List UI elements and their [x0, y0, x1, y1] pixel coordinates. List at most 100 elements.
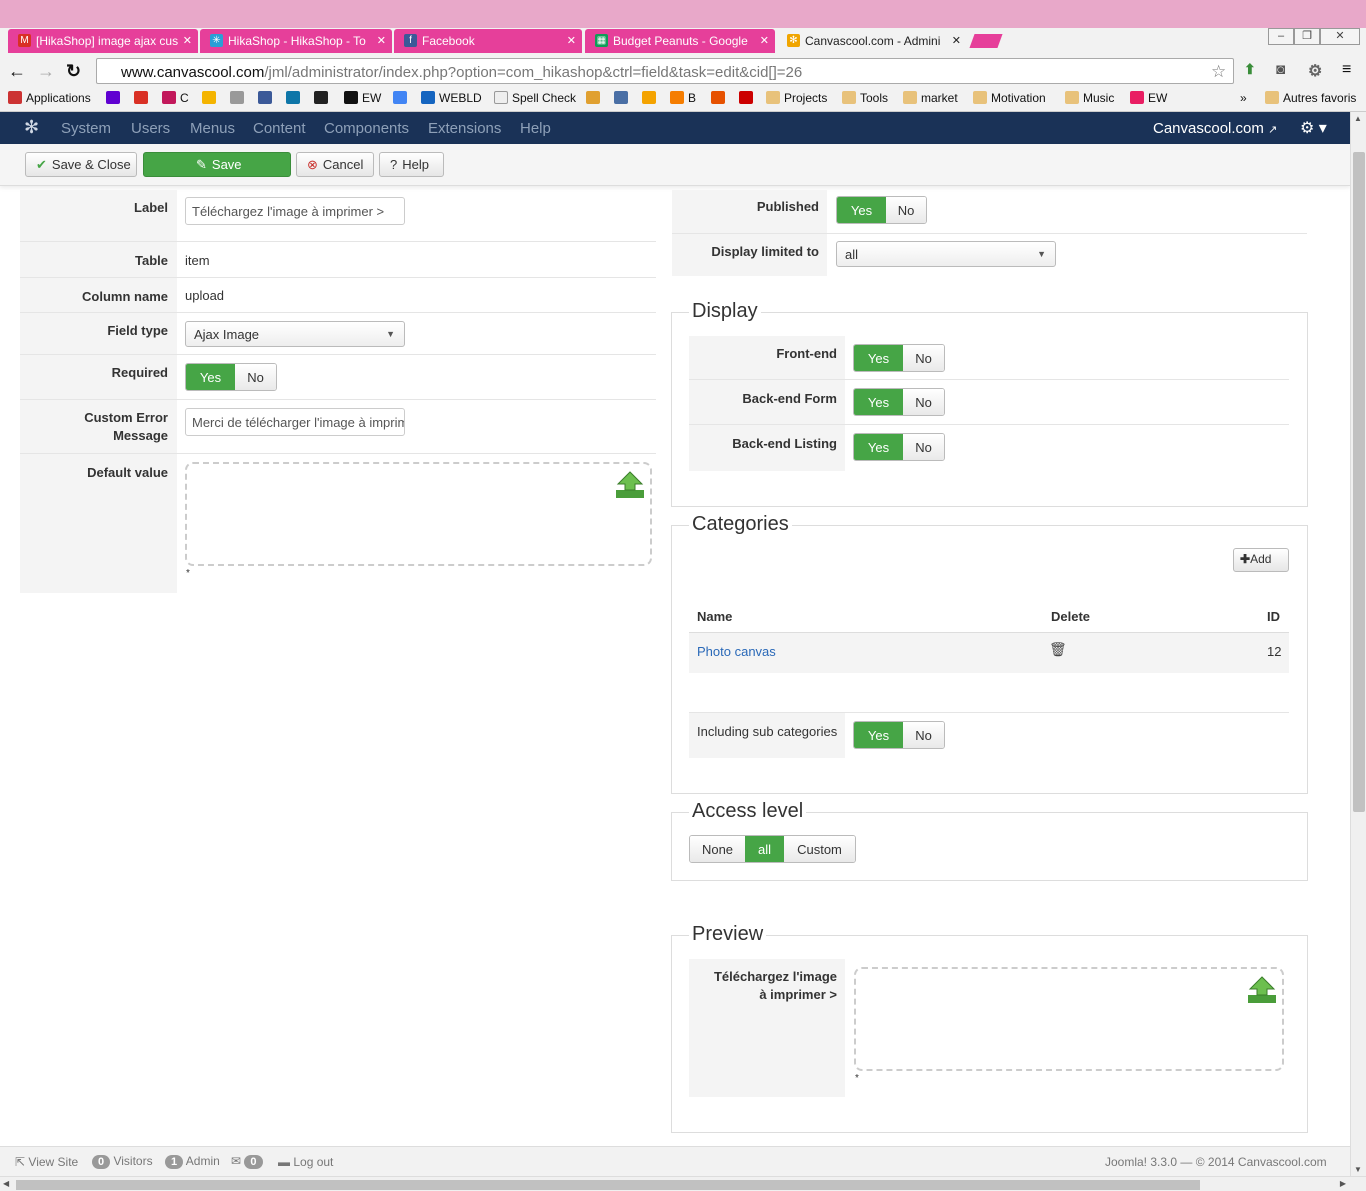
window-close-button[interactable]: ✕ [1320, 28, 1360, 45]
help-button[interactable]: ? Help [379, 152, 444, 177]
cancel-button[interactable]: ⊗ Cancel [296, 152, 374, 177]
access-none[interactable]: None [690, 836, 745, 862]
bookmark-ew-2[interactable]: EW [1130, 91, 1167, 105]
bookmark-applications[interactable]: Applications [8, 91, 91, 105]
bookmark-folder-other[interactable]: Autres favoris [1265, 91, 1356, 105]
bookmark-gmail[interactable] [134, 91, 152, 105]
view-site-link[interactable]: ⇱ View Site [15, 1155, 78, 1169]
add-category-button[interactable]: ✚Add [1233, 548, 1289, 572]
joomla-logo-icon[interactable]: ✻ [24, 117, 39, 138]
scroll-down-icon[interactable]: ▼ [1354, 1165, 1362, 1174]
bookmark-linkedin[interactable] [286, 91, 304, 105]
browser-tab-3[interactable]: f Facebook ✕ [394, 29, 582, 53]
close-icon[interactable]: ✕ [952, 34, 961, 47]
bookmark-folder-projects[interactable]: Projects [766, 91, 827, 105]
browser-tab-1[interactable]: M [HikaShop] image ajax cus ✕ [8, 29, 198, 53]
close-icon[interactable]: ✕ [760, 34, 769, 47]
bookmark-2[interactable] [614, 91, 632, 105]
vertical-scrollbar[interactable]: ▲ ▼ [1350, 112, 1366, 1176]
mail-status[interactable]: ✉ 0 [231, 1154, 263, 1169]
including-sub-no[interactable]: No [903, 722, 944, 748]
bookmark-yahoo[interactable] [106, 91, 124, 105]
site-link[interactable]: Canvascool.com ↗ [1153, 120, 1277, 137]
published-yes[interactable]: Yes [837, 197, 886, 223]
menu-components[interactable]: Components [324, 120, 409, 137]
forward-icon[interactable]: → [37, 61, 55, 82]
bookmark-1[interactable] [586, 91, 604, 105]
bookmarks-overflow[interactable]: » [1240, 91, 1247, 105]
bookmark-folder-motivation[interactable]: Motivation [973, 91, 1046, 105]
bookmark-youtube[interactable] [739, 91, 757, 105]
close-icon[interactable]: ✕ [183, 34, 192, 47]
bookmark-facebook[interactable] [258, 91, 276, 105]
close-icon[interactable]: ✕ [567, 34, 576, 47]
bookmark-folder-tools[interactable]: Tools [842, 91, 888, 105]
menu-system[interactable]: System [61, 120, 111, 137]
address-bar[interactable]: www.canvascool.com/jml/administrator/ind… [96, 58, 1234, 84]
browser-tab-2[interactable]: ✳ HikaShop - HikaShop - To ✕ [200, 29, 392, 53]
settings-gear-icon[interactable]: ⚙ ▾ [1300, 118, 1327, 138]
display-limited-select[interactable]: all ▼ [836, 241, 1056, 267]
menu-extensions[interactable]: Extensions [428, 120, 501, 137]
bookmark-translate[interactable] [393, 91, 411, 105]
logout-link[interactable]: ▬ Log out [278, 1155, 333, 1169]
new-tab-button[interactable] [969, 34, 1003, 48]
menu-icon[interactable]: ≡ [1342, 61, 1351, 79]
save-button[interactable]: ✎ Save [143, 152, 291, 177]
bookmark-spellcheck[interactable]: Spell Check [494, 91, 576, 105]
label-input[interactable]: Téléchargez l'image à imprimer > [185, 197, 405, 225]
required-no[interactable]: No [235, 364, 276, 390]
bookmark-3[interactable] [642, 91, 660, 105]
bookmark-keep[interactable] [202, 91, 220, 105]
horizontal-scrollbar[interactable]: ◀ ▶ [0, 1176, 1366, 1191]
bookmark-folder-music[interactable]: Music [1065, 91, 1114, 105]
backend-listing-no[interactable]: No [903, 434, 944, 460]
bookmark-github[interactable] [314, 91, 332, 105]
scroll-left-icon[interactable]: ◀ [3, 1179, 9, 1188]
extension-icon[interactable]: ⬆ [1244, 61, 1256, 78]
published-no[interactable]: No [886, 197, 926, 223]
browser-tab-4[interactable]: ▦ Budget Peanuts - Google ✕ [585, 29, 775, 53]
access-custom[interactable]: Custom [784, 836, 855, 862]
menu-help[interactable]: Help [520, 120, 551, 137]
browser-tab-5-active[interactable]: ✻ Canvascool.com - Admini ✕ [777, 29, 967, 53]
backend-form-yes[interactable]: Yes [854, 389, 903, 415]
bookmark-folder-market[interactable]: market [903, 91, 958, 105]
bookmark-webld[interactable]: WEBLD [421, 91, 482, 105]
horizontal-scroll-thumb[interactable] [16, 1180, 1200, 1190]
trash-icon[interactable]: 🗑 [1049, 641, 1067, 658]
bookmark-flower[interactable] [230, 91, 248, 105]
access-all[interactable]: all [745, 836, 784, 862]
bookmark-c[interactable]: C [162, 91, 189, 105]
bookmark-ew[interactable]: EW [344, 91, 381, 105]
field-type-select[interactable]: Ajax Image ▼ [185, 321, 405, 347]
upload-icon[interactable] [1246, 975, 1278, 1005]
minimize-button[interactable]: ‒ [1268, 28, 1294, 45]
bookmark-blogger[interactable]: B [670, 91, 696, 105]
menu-content[interactable]: Content [253, 120, 306, 137]
scroll-up-icon[interactable]: ▲ [1354, 114, 1362, 123]
vertical-scroll-thumb[interactable] [1353, 152, 1365, 812]
backend-form-no[interactable]: No [903, 389, 944, 415]
preview-image-dropzone[interactable] [854, 967, 1284, 1071]
frontend-no[interactable]: No [903, 345, 944, 371]
menu-users[interactable]: Users [131, 120, 170, 137]
pocket-icon[interactable]: ◙ [1276, 61, 1285, 78]
reload-icon[interactable]: ↻ [66, 61, 81, 82]
category-link[interactable]: Photo canvas [697, 644, 776, 659]
frontend-yes[interactable]: Yes [854, 345, 903, 371]
including-sub-yes[interactable]: Yes [854, 722, 903, 748]
close-icon[interactable]: ✕ [377, 34, 386, 47]
scroll-right-icon[interactable]: ▶ [1340, 1179, 1346, 1188]
save-close-button[interactable]: ✔ Save & Close [25, 152, 137, 177]
maximize-button[interactable]: ❐ [1294, 28, 1320, 45]
required-yes[interactable]: Yes [186, 364, 235, 390]
menu-menus[interactable]: Menus [190, 120, 235, 137]
default-image-dropzone[interactable] [185, 462, 652, 566]
star-icon[interactable]: ☆ [1211, 62, 1226, 82]
backend-listing-yes[interactable]: Yes [854, 434, 903, 460]
upload-icon[interactable] [614, 470, 646, 500]
back-icon[interactable]: ← [8, 61, 26, 82]
gear-icon[interactable]: ⚙ [1308, 61, 1322, 81]
bookmark-4[interactable] [711, 91, 729, 105]
